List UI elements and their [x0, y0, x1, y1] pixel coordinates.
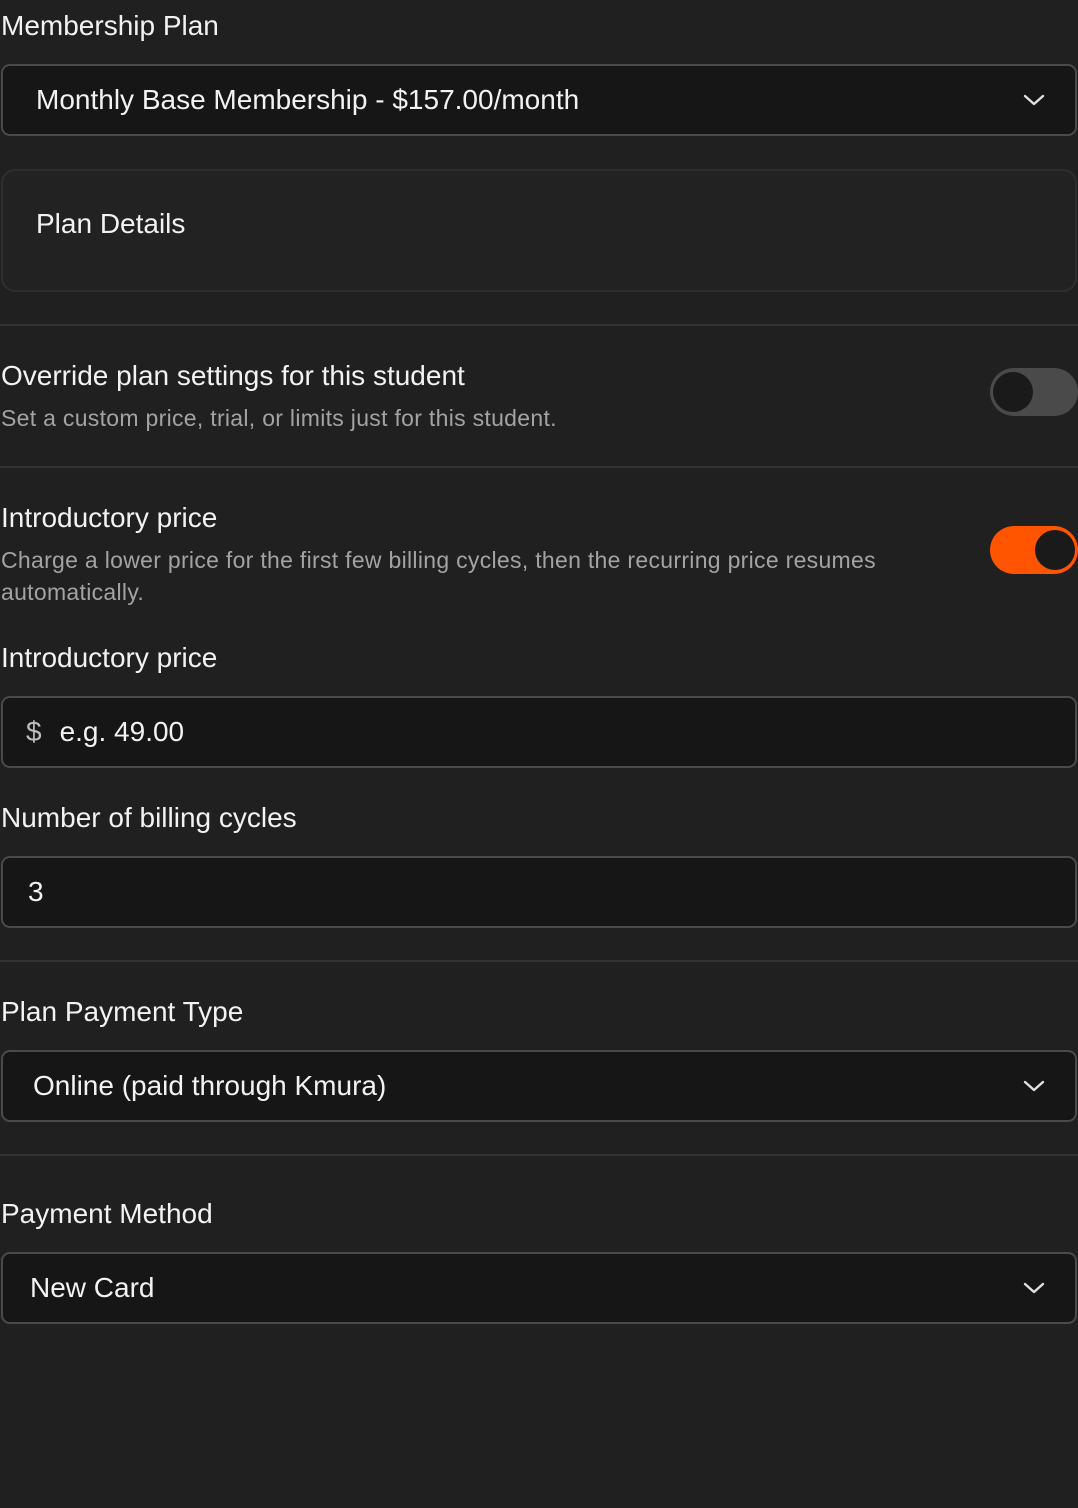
chevron-down-icon — [1017, 1069, 1051, 1103]
payment-type-selected: Online (paid through Kmura) — [33, 1070, 387, 1101]
intro-price-label: Introductory price — [1, 642, 218, 673]
intro-price-input[interactable]: $ e.g. 49.00 — [1, 696, 1077, 768]
membership-plan-label: Membership Plan — [1, 10, 219, 41]
currency-prefix: $ — [26, 716, 42, 747]
membership-plan-select[interactable]: Monthly Base Membership - $157.00/month — [1, 64, 1077, 136]
intro-price-description-line2: automatically. — [1, 579, 145, 605]
membership-plan-selected: Monthly Base Membership - $157.00/month — [36, 84, 580, 115]
toggle-knob — [1035, 530, 1075, 570]
payment-method-selected: New Card — [30, 1272, 155, 1303]
payment-method-select[interactable]: New Card — [1, 1252, 1077, 1324]
payment-method-label: Payment Method — [1, 1198, 213, 1229]
payment-type-label: Plan Payment Type — [1, 996, 244, 1027]
override-title: Override plan settings for this student — [1, 360, 465, 391]
override-description: Set a custom price, trial, or limits jus… — [1, 405, 557, 431]
divider — [0, 466, 1078, 468]
intro-price-toggle-title: Introductory price — [1, 502, 218, 533]
intro-price-description-line1: Charge a lower price for the first few b… — [1, 547, 876, 573]
divider — [0, 960, 1078, 962]
membership-form: Membership Plan Monthly Base Membership … — [0, 0, 1078, 1508]
divider — [0, 324, 1078, 326]
plan-details-card: Plan Details — [1, 169, 1077, 292]
divider — [0, 1154, 1078, 1156]
override-toggle[interactable] — [990, 368, 1078, 416]
intro-price-toggle[interactable] — [990, 526, 1078, 574]
plan-details-title: Plan Details — [36, 208, 186, 239]
intro-price-placeholder: e.g. 49.00 — [59, 716, 185, 747]
toggle-knob — [993, 372, 1033, 412]
billing-cycles-input[interactable]: 3 — [1, 856, 1077, 928]
chevron-down-icon — [1017, 83, 1051, 117]
billing-cycles-value: 3 — [28, 876, 44, 907]
billing-cycles-label: Number of billing cycles — [1, 802, 297, 833]
chevron-down-icon — [1017, 1271, 1051, 1305]
payment-type-select[interactable]: Online (paid through Kmura) — [1, 1050, 1077, 1122]
